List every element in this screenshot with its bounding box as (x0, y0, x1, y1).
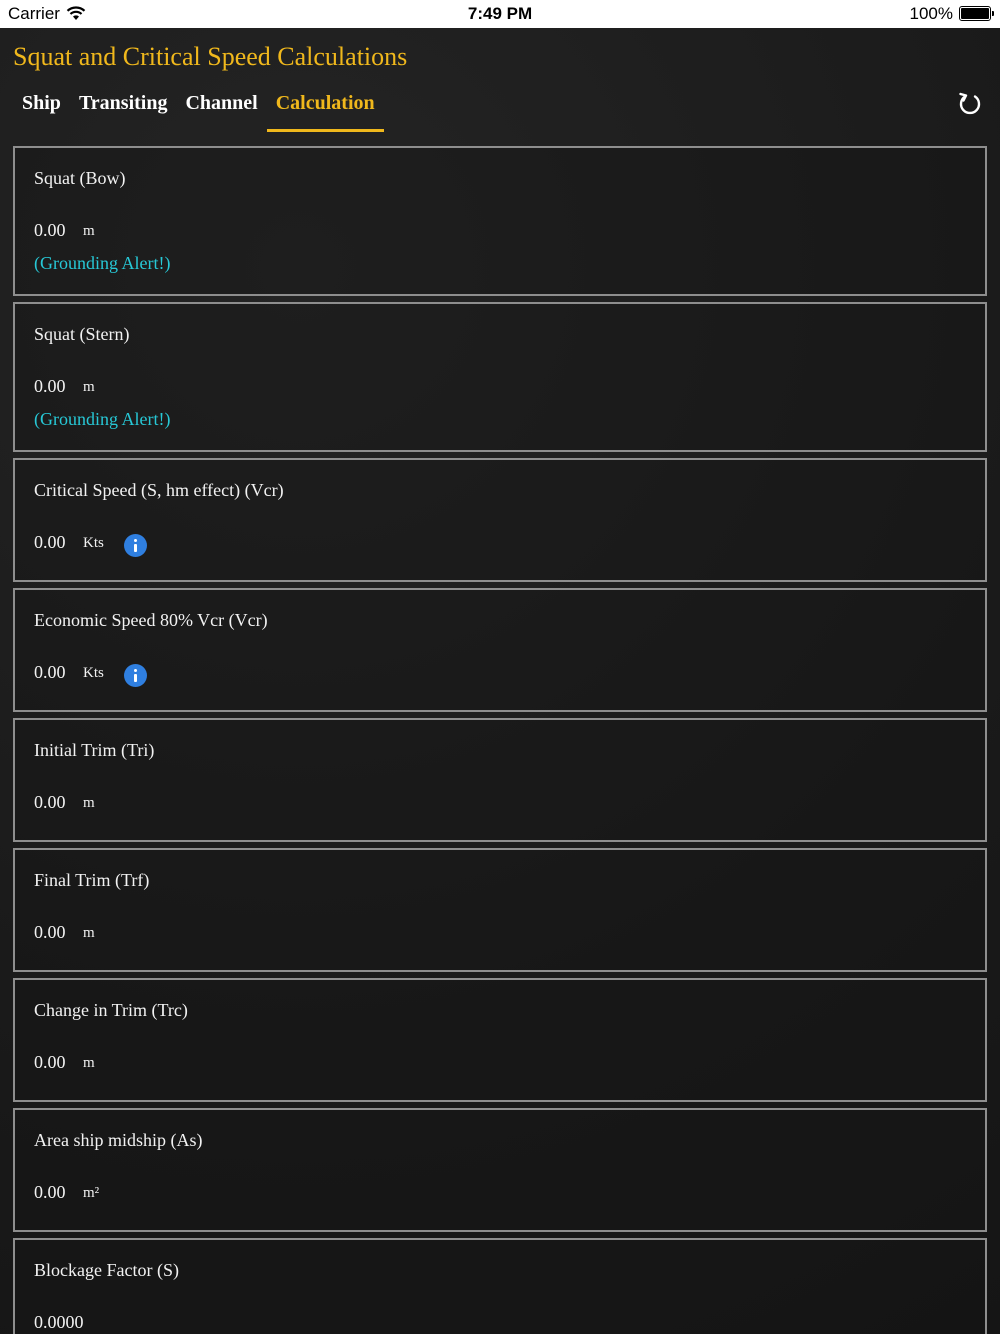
card-squat-bow: Squat (Bow) 0.00 m (Grounding Alert!) (13, 146, 987, 296)
result-unit: m (83, 223, 95, 239)
result-unit: m² (83, 1185, 100, 1201)
result-value: 0.00 (34, 792, 66, 812)
result-label: Squat (Stern) (34, 324, 130, 344)
card-blockage-factor: Blockage Factor (S) 0.0000 (13, 1238, 987, 1334)
result-unit: m (83, 379, 95, 395)
grounding-alert: (Grounding Alert!) (34, 253, 171, 273)
result-value: 0.00 (34, 922, 66, 942)
result-unit: Kts (83, 535, 104, 551)
page-title: Squat and Critical Speed Calculations (13, 42, 408, 71)
card-economic-speed: Economic Speed 80% Vcr (Vcr) 0.00 Kts (13, 588, 987, 712)
card-critical-speed: Critical Speed (S, hm effect) (Vcr) 0.00… (13, 458, 987, 582)
result-label: Initial Trim (Tri) (34, 740, 155, 760)
refresh-icon[interactable] (955, 88, 985, 118)
card-initial-trim: Initial Trim (Tri) 0.00 m (13, 718, 987, 842)
result-unit: m (83, 1055, 95, 1071)
result-value: 0.00 (34, 532, 66, 552)
result-label: Change in Trim (Trc) (34, 1000, 188, 1020)
result-value: 0.00 (34, 376, 66, 396)
result-value: 0.00 (34, 1182, 66, 1202)
status-bar: Carrier 7:49 PM 100% (0, 0, 1000, 28)
result-value: 0.0000 (34, 1312, 84, 1332)
battery-percent: 100% (909, 4, 953, 23)
result-label: Critical Speed (S, hm effect) (Vcr) (34, 480, 284, 500)
tab-channel[interactable]: Channel (176, 88, 266, 132)
info-icon[interactable] (124, 664, 147, 687)
card-change-in-trim: Change in Trim (Trc) 0.00 m (13, 978, 987, 1102)
tab-bar: Ship Transiting Channel Calculation (13, 88, 384, 132)
result-label: Blockage Factor (S) (34, 1260, 179, 1280)
tab-transiting[interactable]: Transiting (70, 88, 177, 132)
clock: 7:49 PM (467, 4, 533, 23)
card-area-midship: Area ship midship (As) 0.00 m² (13, 1108, 987, 1232)
card-final-trim: Final Trim (Trf) 0.00 m (13, 848, 987, 972)
info-icon[interactable] (124, 534, 147, 557)
result-value: 0.00 (34, 220, 66, 240)
tab-ship[interactable]: Ship (13, 88, 70, 132)
grounding-alert: (Grounding Alert!) (34, 409, 171, 429)
result-value: 0.00 (34, 662, 66, 682)
result-unit: m (83, 795, 95, 811)
result-unit: m (83, 925, 95, 941)
result-label: Squat (Bow) (34, 168, 126, 188)
result-label: Economic Speed 80% Vcr (Vcr) (34, 610, 268, 630)
tab-calculation[interactable]: Calculation (266, 88, 384, 132)
result-value: 0.00 (34, 1052, 66, 1072)
result-label: Final Trim (Trf) (34, 870, 150, 890)
result-label: Area ship midship (As) (34, 1130, 203, 1150)
battery-icon (959, 6, 994, 21)
result-unit: Kts (83, 665, 104, 681)
card-squat-stern: Squat (Stern) 0.00 m (Grounding Alert!) (13, 302, 987, 452)
